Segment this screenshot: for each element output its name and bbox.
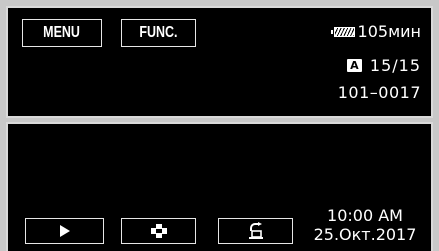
- play-button[interactable]: [25, 218, 104, 244]
- func-button[interactable]: FUNC.: [121, 19, 196, 47]
- func-button-label: FUNC.: [139, 24, 178, 41]
- battery-status: 105мин: [330, 22, 421, 41]
- date-text: 25.Окт.2017: [313, 225, 417, 244]
- battery-remaining: 105мин: [357, 22, 421, 41]
- date-time: 10:00 AM 25.Окт.2017: [306, 206, 424, 244]
- return-button[interactable]: [218, 218, 293, 244]
- play-icon: [59, 225, 70, 237]
- time-text: 10:00 AM: [327, 206, 403, 225]
- menu-button[interactable]: MENU: [22, 19, 102, 47]
- menu-button-label: MENU: [43, 24, 81, 41]
- auto-mode-icon: A: [346, 59, 362, 72]
- camera-screen: MENU FUNC. 105мин A 15/15 101–0017 10:00…: [0, 0, 439, 251]
- clip-counter: 15/15: [369, 56, 421, 75]
- file-number: 101–0017: [337, 83, 421, 102]
- clip-counter-row: A 15/15: [346, 56, 421, 75]
- index-button[interactable]: [121, 218, 196, 244]
- index-icon: [150, 224, 167, 238]
- return-icon: [248, 222, 263, 239]
- battery-icon: [330, 26, 355, 37]
